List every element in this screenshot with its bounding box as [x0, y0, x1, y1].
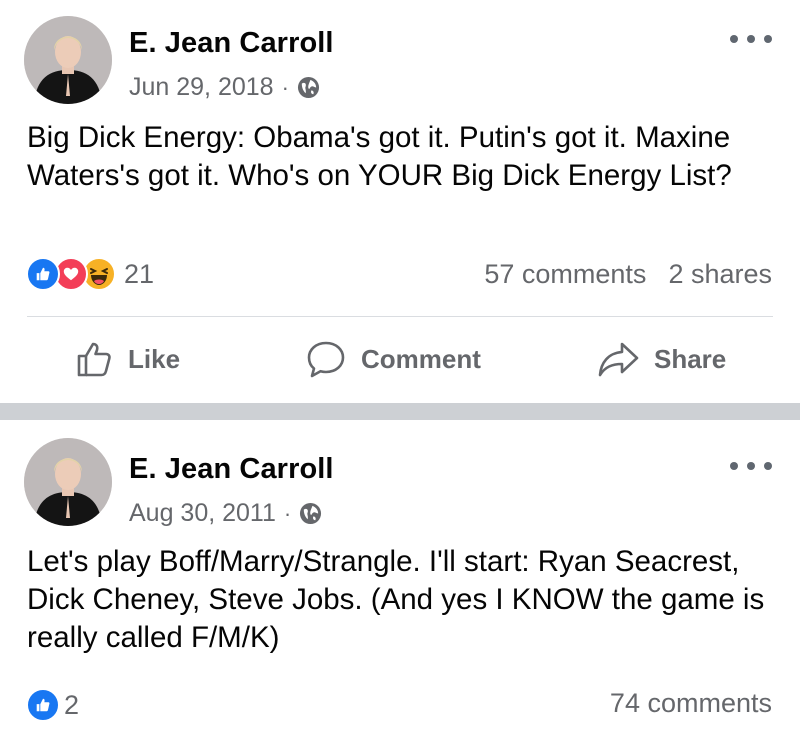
feed-separator: [0, 403, 800, 420]
post-date[interactable]: Jun 29, 2018: [129, 73, 274, 102]
post-meta: Jun 29, 2018 ·: [129, 73, 320, 102]
like-label: Like: [128, 343, 181, 374]
meta-separator: ·: [281, 74, 289, 100]
author-name[interactable]: E. Jean Carroll: [129, 453, 334, 486]
comment-bubble-icon: [307, 341, 345, 378]
thumbs-up-icon: [77, 342, 111, 377]
post: E. Jean Carroll Jun 29, 2018 · Big Dick …: [0, 0, 800, 403]
avatar[interactable]: [24, 16, 112, 104]
share-button[interactable]: Share: [596, 333, 726, 385]
comments-count[interactable]: 57 comments: [484, 259, 646, 290]
engagement-counts: 57 comments 2 shares: [484, 259, 772, 290]
share-arrow-icon: [598, 342, 639, 377]
avatar[interactable]: [24, 438, 112, 526]
engagement-counts: 74 comments: [610, 688, 772, 719]
like-icon: [26, 257, 60, 291]
comments-count[interactable]: 74 comments: [610, 688, 772, 719]
divider: [27, 316, 773, 317]
reactions-summary[interactable]: 2: [26, 688, 79, 722]
more-options-icon[interactable]: [730, 459, 772, 473]
like-icon: [26, 688, 60, 722]
reaction-count: 2: [64, 689, 80, 720]
post-meta: Aug 30, 2011 ·: [129, 499, 322, 528]
post-text: Let's play Boff/Marry/Strangle. I'll sta…: [27, 545, 765, 654]
author-name[interactable]: E. Jean Carroll: [129, 27, 334, 60]
share-label: Share: [654, 343, 727, 374]
reaction-count: 21: [124, 258, 155, 289]
more-options-icon[interactable]: [730, 32, 772, 46]
post: E. Jean Carroll Aug 30, 2011 · Let's pla…: [0, 420, 800, 735]
globe-icon: [297, 76, 320, 99]
shares-count[interactable]: 2 shares: [668, 259, 772, 290]
post-date[interactable]: Aug 30, 2011: [129, 499, 276, 528]
globe-icon: [299, 502, 322, 525]
comment-button[interactable]: Comment: [305, 333, 481, 385]
reactions-summary[interactable]: 21: [26, 257, 154, 291]
action-bar: Like Comment Share: [0, 333, 800, 385]
meta-separator: ·: [283, 500, 292, 526]
comment-label: Comment: [361, 343, 481, 374]
like-button[interactable]: Like: [74, 333, 180, 385]
post-text: Big Dick Energy: Obama's got it. Putin's…: [27, 121, 732, 192]
